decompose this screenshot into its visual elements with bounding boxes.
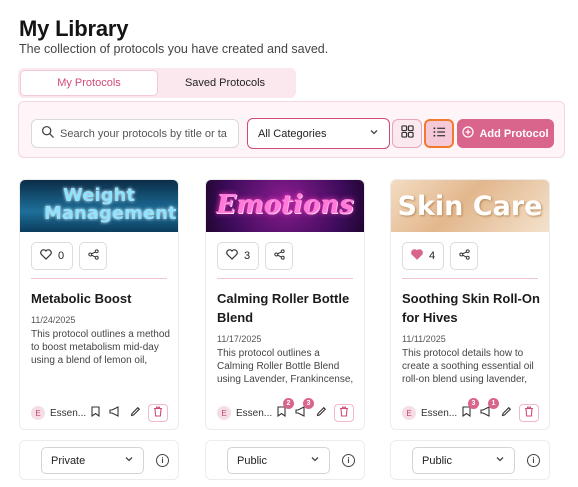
visibility-value: Public <box>422 454 452 467</box>
delete-button[interactable] <box>334 404 354 422</box>
megaphone-icon <box>109 404 121 422</box>
card-banner-image: Skin Care <box>391 180 549 232</box>
add-protocol-label: Add Protocol <box>479 127 549 140</box>
visibility-select[interactable]: Public <box>227 447 330 474</box>
pencil-icon <box>130 404 141 422</box>
share-icon <box>458 249 470 263</box>
card-description: This protocol outlines a method to boost… <box>31 329 170 366</box>
visibility-select[interactable]: Public <box>412 447 515 474</box>
avatar: E <box>217 406 231 420</box>
card-description: This protocol details how to create a so… <box>402 348 534 385</box>
plus-circle-icon <box>462 126 475 141</box>
visibility-row: Public i <box>390 440 550 480</box>
edit-button[interactable] <box>497 404 515 422</box>
list-view-button[interactable] <box>424 119 454 148</box>
search-input[interactable] <box>60 127 238 140</box>
search-icon <box>41 125 54 143</box>
author-name: Essen... <box>421 407 458 419</box>
author-name: Essen... <box>236 407 273 419</box>
edit-button[interactable] <box>126 404 144 422</box>
like-button[interactable]: 0 <box>31 242 73 270</box>
share-icon <box>87 249 99 263</box>
pencil-icon <box>501 404 512 422</box>
share-icon <box>273 249 285 263</box>
share-button[interactable] <box>265 242 293 270</box>
avatar: E <box>31 406 45 420</box>
trash-icon <box>153 404 163 422</box>
chevron-down-icon <box>310 454 320 467</box>
card-title[interactable]: Metabolic Boost <box>31 289 171 308</box>
like-button[interactable]: 4 <box>402 242 444 270</box>
trash-icon <box>339 404 349 422</box>
banner-text: Weight Management <box>44 185 177 224</box>
bookmark-button[interactable]: 3 <box>457 398 479 422</box>
visibility-select[interactable]: Private <box>41 447 144 474</box>
author-name: Essen... <box>50 407 87 419</box>
edit-button[interactable] <box>312 404 330 422</box>
visibility-row: Private i <box>19 440 179 480</box>
like-button[interactable]: 3 <box>217 242 259 270</box>
chevron-down-icon <box>124 454 134 467</box>
pencil-icon <box>316 404 327 422</box>
grid-view-icon <box>400 124 414 143</box>
chevron-down-icon <box>495 454 505 467</box>
announce-button[interactable]: 1 <box>477 398 499 422</box>
info-icon[interactable]: i <box>527 454 540 467</box>
heart-icon <box>411 249 423 263</box>
bookmark-icon <box>90 404 100 422</box>
library-tabs: My Protocols Saved Protocols <box>18 68 296 98</box>
card-banner-image: Emotions <box>206 180 364 232</box>
add-protocol-button[interactable]: Add Protocol <box>457 119 554 148</box>
trash-icon <box>524 404 534 422</box>
banner-text: Skin Care <box>397 191 543 222</box>
bookmark-button[interactable]: 2 <box>272 398 294 422</box>
tab-saved-protocols[interactable]: Saved Protocols <box>157 71 293 95</box>
visibility-value: Public <box>237 454 267 467</box>
share-button[interactable] <box>450 242 478 270</box>
search-box <box>31 119 239 148</box>
protocol-card[interactable]: Emotions 3 Calming Roller Bottle Blend 1… <box>205 179 365 430</box>
like-count: 3 <box>243 250 251 262</box>
like-count: 0 <box>57 250 65 262</box>
card-title[interactable]: Soothing Skin Roll-On for Hives <box>402 289 542 327</box>
card-date: 11/24/2025 <box>31 315 76 325</box>
divider <box>31 278 167 279</box>
card-description: This protocol outlines a Calming Roller … <box>217 348 354 385</box>
announce-button[interactable]: 3 <box>292 398 314 422</box>
chevron-down-icon <box>369 127 379 140</box>
bookmark-button[interactable] <box>86 404 104 422</box>
delete-button[interactable] <box>148 404 168 422</box>
tab-my-protocols[interactable]: My Protocols <box>21 71 157 95</box>
card-date: 11/17/2025 <box>217 334 262 344</box>
card-date: 11/11/2025 <box>402 334 446 344</box>
category-select[interactable]: All Categories <box>247 118 390 149</box>
avatar: E <box>402 406 416 420</box>
divider <box>402 278 538 279</box>
divider <box>217 278 353 279</box>
protocol-card[interactable]: Weight Management 0 Metabolic Boost 11/2… <box>19 179 179 430</box>
page-title: My Library <box>19 16 129 41</box>
visibility-value: Private <box>51 454 86 467</box>
toolbar: All Categories Add Protocol <box>18 101 565 158</box>
share-button[interactable] <box>79 242 107 270</box>
visibility-row: Public i <box>205 440 365 480</box>
info-icon[interactable]: i <box>342 454 355 467</box>
card-banner-image: Weight Management <box>20 180 178 232</box>
list-view-icon <box>432 125 446 143</box>
announce-button[interactable] <box>106 404 124 422</box>
heart-icon <box>226 249 238 263</box>
category-select-value: All Categories <box>258 127 327 140</box>
grid-view-button[interactable] <box>392 119 422 148</box>
delete-button[interactable] <box>519 404 539 422</box>
banner-text: Emotions <box>216 190 354 220</box>
protocol-card[interactable]: Skin Care 4 Soothing Skin Roll-On for Hi… <box>390 179 550 430</box>
card-title[interactable]: Calming Roller Bottle Blend <box>217 289 357 327</box>
page-subtitle: The collection of protocols you have cre… <box>19 42 329 56</box>
heart-icon <box>40 249 52 263</box>
like-count: 4 <box>428 250 436 262</box>
info-icon[interactable]: i <box>156 454 169 467</box>
